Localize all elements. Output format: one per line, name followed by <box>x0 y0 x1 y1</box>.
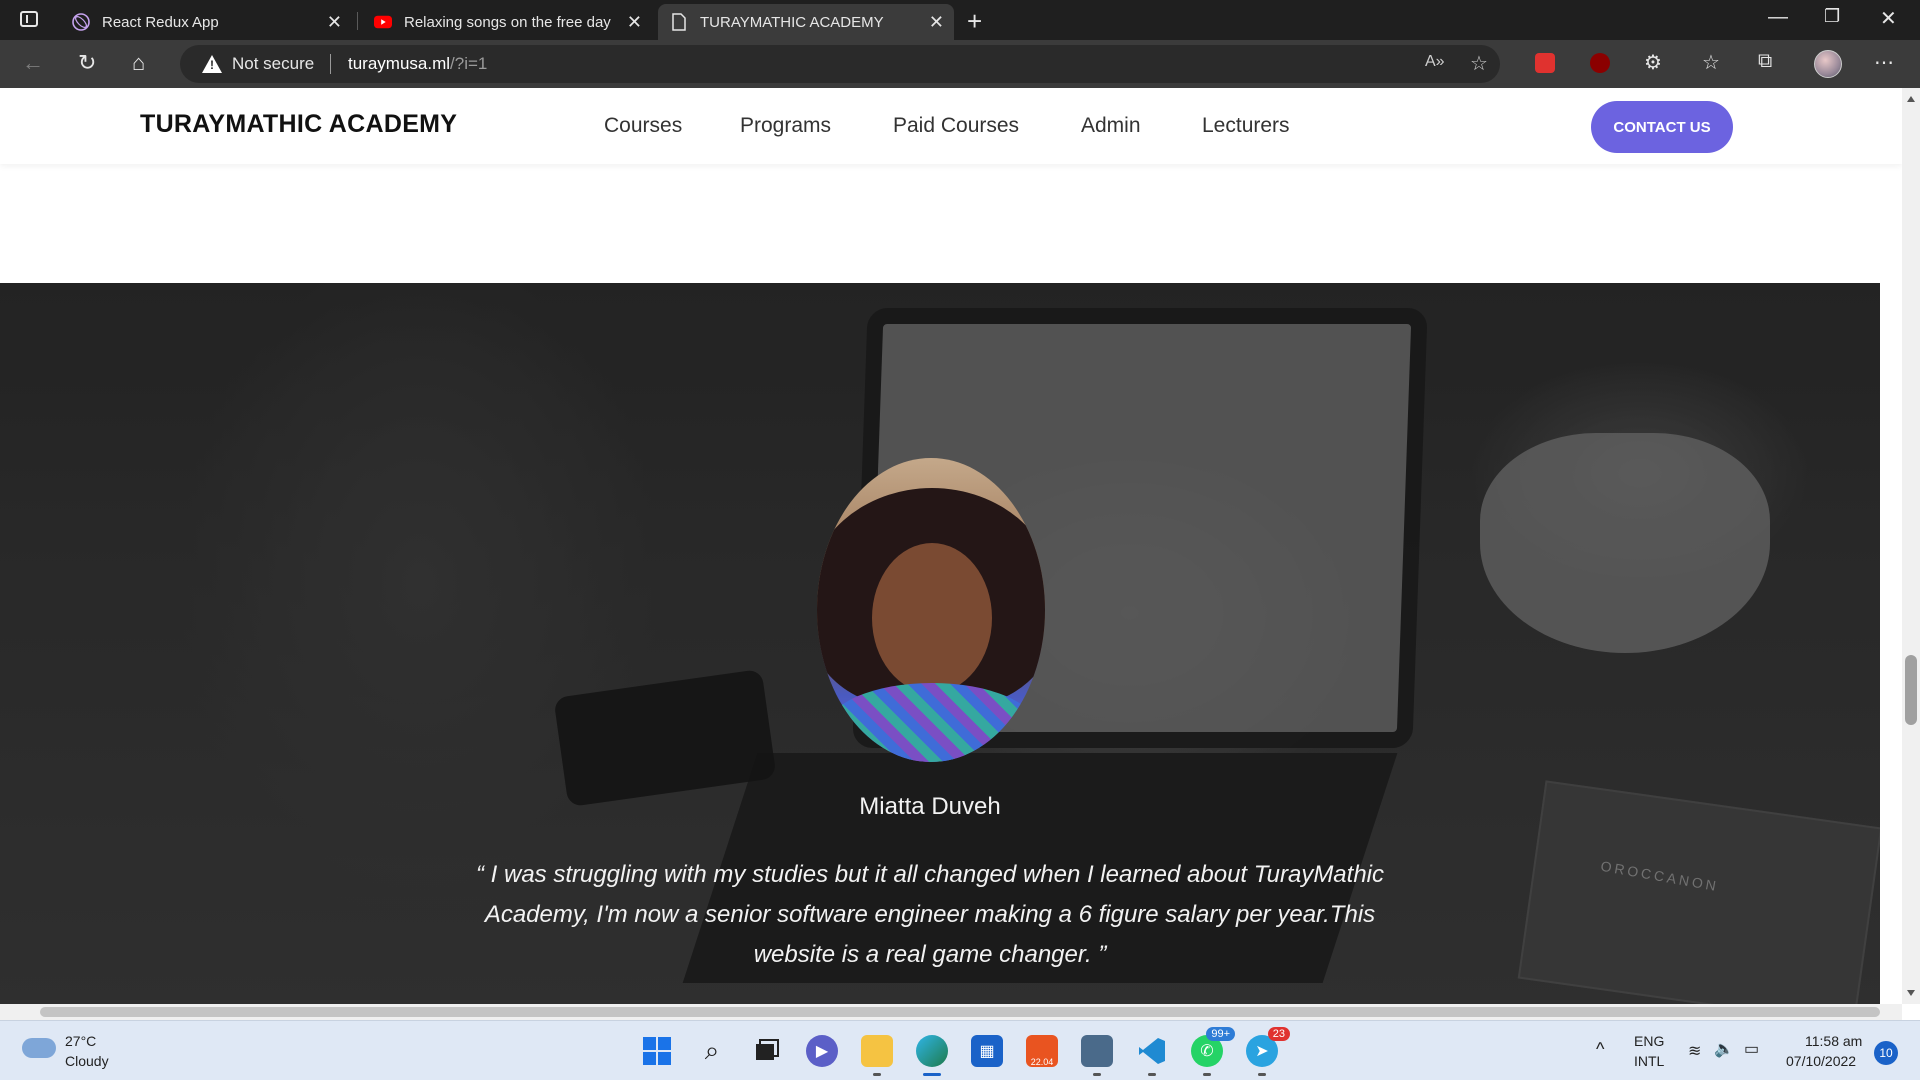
volume-icon[interactable]: 🔈 <box>1714 1039 1734 1059</box>
nav-lecturers[interactable]: Lecturers <box>1202 114 1290 138</box>
favorites-icon[interactable]: ☆ <box>1702 50 1720 75</box>
extension-icon[interactable] <box>1535 53 1555 73</box>
testimonial-avatar <box>817 458 1045 762</box>
show-hidden-icons[interactable]: ^ <box>1596 1039 1604 1060</box>
task-view-icon[interactable] <box>751 1035 783 1067</box>
notification-badge: 23 <box>1267 1027 1290 1041</box>
tab-react-redux[interactable]: React Redux App ✕ <box>60 4 352 40</box>
collections-icon[interactable]: ⧉ <box>1758 50 1772 73</box>
search-icon[interactable]: ⌕ <box>696 1035 728 1067</box>
app-icon[interactable] <box>1081 1035 1113 1076</box>
tab-actions-icon[interactable] <box>20 11 38 27</box>
scroll-up-icon[interactable] <box>1907 96 1915 102</box>
ubuntu-icon[interactable]: 22.04 <box>1026 1035 1058 1067</box>
read-aloud-icon[interactable]: A» <box>1425 53 1445 71</box>
address-bar[interactable]: Not secure turaymusa.ml/?i=1 A» ☆ <box>180 45 1500 83</box>
language-indicator[interactable]: ENG <box>1634 1033 1664 1049</box>
browser-toolbar: ← ↻ ⌂ Not secure turaymusa.ml/?i=1 A» ☆ … <box>0 40 1920 88</box>
refresh-icon[interactable]: ↻ <box>78 50 96 76</box>
more-icon[interactable]: ⋯ <box>1874 50 1894 75</box>
notification-center-badge[interactable]: 10 <box>1874 1041 1898 1065</box>
security-label[interactable]: Not secure <box>232 54 314 74</box>
whatsapp-icon[interactable]: ✆ 99+ <box>1191 1027 1235 1076</box>
url-text[interactable]: turaymusa.ml/?i=1 <box>348 54 487 74</box>
ubuntu-version-label: 22.04 <box>1030 1057 1054 1067</box>
tab-title: Relaxing songs on the free day - <box>404 13 614 31</box>
tab-divider <box>357 12 358 30</box>
close-window-icon[interactable]: ✕ <box>1880 6 1897 31</box>
add-favorite-icon[interactable]: ☆ <box>1470 51 1488 76</box>
scroll-down-icon[interactable] <box>1907 990 1915 996</box>
avatar-face <box>872 543 992 693</box>
tab-youtube[interactable]: Relaxing songs on the free day - ✕ <box>362 4 652 40</box>
start-icon[interactable] <box>641 1035 673 1067</box>
new-tab-button[interactable]: + <box>967 6 982 37</box>
tab-turaymathic[interactable]: TURAYMATHIC ACADEMY ✕ <box>658 4 954 40</box>
testimonial-section: OROCCANON Miatta Duveh “ I was strugglin… <box>0 283 1880 1004</box>
file-explorer-icon[interactable] <box>861 1035 893 1076</box>
restore-icon[interactable]: ❐ <box>1824 6 1840 27</box>
close-icon[interactable]: ✕ <box>327 12 342 33</box>
profile-avatar[interactable] <box>1814 50 1842 78</box>
home-icon[interactable]: ⌂ <box>132 50 145 76</box>
horizontal-scrollbar[interactable] <box>0 1004 1902 1020</box>
cloud-icon[interactable] <box>22 1038 56 1058</box>
edge-icon[interactable] <box>916 1035 948 1076</box>
weather-condition[interactable]: Cloudy <box>65 1053 109 1069</box>
scroll-thumb[interactable] <box>40 1007 1880 1017</box>
nav-paid-courses[interactable]: Paid Courses <box>893 114 1019 138</box>
contact-us-button[interactable]: CONTACT US <box>1591 101 1733 153</box>
back-icon[interactable]: ← <box>22 50 44 76</box>
ublock-icon[interactable] <box>1590 53 1610 73</box>
url-divider <box>330 54 331 74</box>
close-icon[interactable]: ✕ <box>929 12 944 33</box>
nav-programs[interactable]: Programs <box>740 114 831 138</box>
clock-date[interactable]: 07/10/2022 <box>1786 1053 1856 1069</box>
clock-time[interactable]: 11:58 am <box>1805 1033 1862 1049</box>
telegram-icon[interactable]: ➤ 23 <box>1246 1027 1290 1076</box>
scroll-thumb[interactable] <box>1905 655 1917 725</box>
keyboard-layout-indicator[interactable]: INTL <box>1634 1053 1664 1069</box>
tab-title: React Redux App <box>102 13 219 31</box>
weather-temperature[interactable]: 27°C <box>65 1033 96 1049</box>
site-navbar: TURAYMATHIC ACADEMY Courses Programs Pai… <box>0 88 1902 164</box>
minimize-icon[interactable]: — <box>1768 6 1788 29</box>
page-viewport: TURAYMATHIC ACADEMY Courses Programs Pai… <box>0 88 1920 1004</box>
page-icon <box>670 13 688 31</box>
notification-badge: 99+ <box>1206 1027 1235 1041</box>
browser-tab-strip: React Redux App ✕ Relaxing songs on the … <box>0 0 1920 40</box>
nav-admin[interactable]: Admin <box>1081 114 1141 138</box>
testimonial-quote: “ I was struggling with my studies but i… <box>475 861 1384 968</box>
vertical-scrollbar[interactable] <box>1902 88 1920 1004</box>
battery-icon[interactable]: ▭ <box>1744 1039 1759 1059</box>
site-brand[interactable]: TURAYMATHIC ACADEMY <box>140 110 457 139</box>
tab-title: TURAYMATHIC ACADEMY <box>700 13 884 31</box>
react-redux-icon <box>72 13 90 31</box>
nav-courses[interactable]: Courses <box>604 114 682 138</box>
vscode-icon[interactable] <box>1136 1035 1168 1076</box>
extensions-icon[interactable]: ⚙ <box>1644 50 1662 75</box>
wifi-icon[interactable]: ≋ <box>1688 1041 1701 1061</box>
close-icon[interactable]: ✕ <box>627 12 642 33</box>
testimonial-name: Miatta Duveh <box>859 793 1001 820</box>
warning-icon[interactable] <box>202 55 222 73</box>
windows-taskbar: 27°C Cloudy ⌕ ▶ ▦ 22.04 ✆ 99+ ➤ 23 ^ ENG I… <box>0 1020 1920 1080</box>
teams-chat-icon[interactable]: ▶ <box>806 1035 838 1067</box>
youtube-icon <box>374 13 392 31</box>
store-icon[interactable]: ▦ <box>971 1035 1003 1067</box>
